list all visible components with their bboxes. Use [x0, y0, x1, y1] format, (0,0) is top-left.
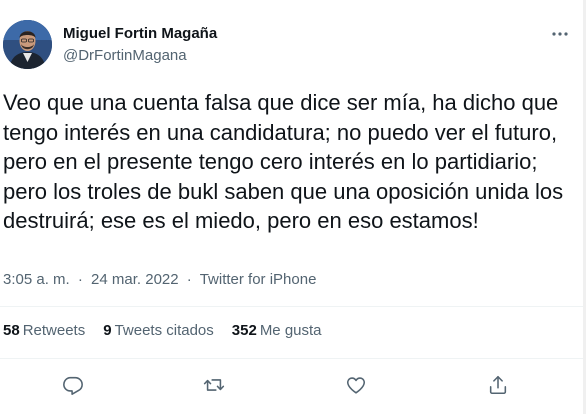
retweets-count: 58 — [3, 322, 20, 339]
avatar[interactable] — [3, 20, 52, 69]
retweets-stat[interactable]: 58 Retweets — [3, 322, 85, 339]
author-name[interactable]: Miguel Fortin Magaña — [63, 25, 217, 42]
quotes-label: Tweets citados — [114, 322, 214, 339]
quotes-count: 9 — [103, 322, 112, 339]
tweet-text: Veo que una cuenta falsa que dice ser mí… — [3, 90, 564, 233]
author-handle[interactable]: @DrFortinMagana — [63, 47, 187, 64]
action-bar — [0, 365, 586, 405]
retweet-icon — [203, 379, 225, 391]
reply-button[interactable] — [58, 370, 88, 400]
tweet-source[interactable]: Twitter for iPhone — [200, 271, 317, 288]
divider — [0, 306, 586, 307]
likes-label: Me gusta — [259, 322, 322, 339]
tweet-meta: 3:05 a. m. · 24 mar. 2022 · Twitter for … — [3, 271, 316, 288]
tweet-card: Miguel Fortin Magaña @DrFortinMagana Veo… — [0, 0, 586, 414]
retweets-label: Retweets — [22, 322, 86, 339]
meta-separator: · — [77, 271, 83, 288]
share-button[interactable] — [483, 370, 513, 400]
tweet-stats: 58 Retweets 9 Tweets citados 352 Me gusta — [3, 322, 322, 339]
reply-icon — [63, 376, 83, 395]
like-button[interactable] — [341, 370, 371, 400]
retweet-button[interactable] — [199, 370, 229, 400]
likes-stat[interactable]: 352 Me gusta — [232, 322, 322, 339]
heart-icon — [346, 377, 366, 394]
tweet-time[interactable]: 3:05 a. m. — [3, 271, 70, 288]
meta-separator: · — [186, 271, 192, 288]
divider — [0, 358, 586, 359]
more-dots-icon[interactable] — [547, 24, 573, 44]
share-icon — [489, 375, 507, 395]
tweet-date[interactable]: 24 mar. 2022 — [91, 271, 179, 288]
quotes-stat[interactable]: 9 Tweets citados — [103, 322, 214, 339]
likes-count: 352 — [231, 322, 257, 339]
